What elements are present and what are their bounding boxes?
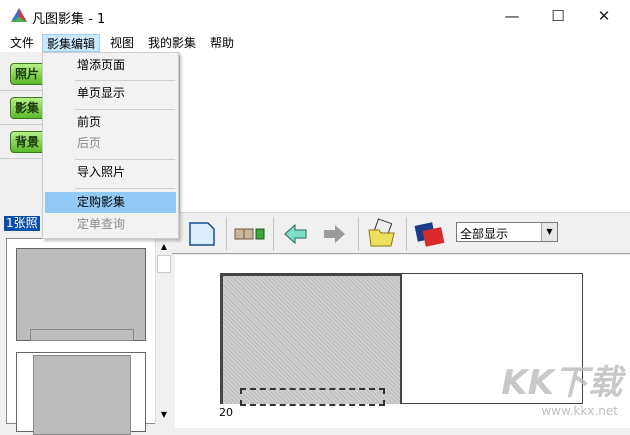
page-layout-icon[interactable] (234, 227, 266, 241)
menu-my-albums[interactable]: 我的影集 (144, 34, 200, 52)
import-folder-icon[interactable] (367, 218, 397, 248)
thumbnail-item[interactable] (16, 352, 146, 435)
new-page-icon[interactable] (188, 221, 216, 247)
separator (406, 217, 407, 251)
scroll-down-icon[interactable]: ▼ (157, 408, 171, 422)
caption-placeholder[interactable] (240, 388, 385, 406)
page-number: 20 (219, 406, 233, 419)
view-select-value: 全部显示 (460, 227, 509, 241)
menu-separator (75, 159, 175, 160)
menu-separator (75, 188, 175, 189)
thumbnail-caption-box (30, 329, 134, 341)
menu-help[interactable]: 帮助 (206, 34, 238, 52)
minimize-button[interactable]: — (489, 0, 535, 32)
chevron-down-icon[interactable]: ▼ (541, 223, 557, 241)
toolbar (172, 212, 630, 254)
watermark-logo: KK下载 (501, 363, 622, 403)
window-title: 凡图影集 - 1 (32, 12, 106, 27)
menu-item-order-query: 定单查询 (77, 217, 126, 231)
separator (358, 217, 359, 251)
left-page[interactable] (221, 274, 402, 406)
thumbnail-photo (33, 355, 131, 435)
separator (273, 217, 274, 251)
menu-item-single-page[interactable]: 单页显示 (45, 83, 176, 104)
menu-separator (75, 80, 175, 81)
menu-item-previous-page[interactable]: 前页 (45, 112, 176, 133)
menu-item-order-album[interactable]: 定购影集 (45, 192, 176, 213)
album-edit-menu: 增添页面 单页显示 前页 后页 导入照片 定购影集 定单查询 (42, 52, 179, 239)
thumbnail-list (6, 238, 156, 435)
previous-page-icon[interactable] (284, 223, 308, 245)
title-bar: 凡图影集 - 1 — ☐ ✕ (0, 0, 630, 32)
next-page-icon[interactable] (322, 223, 346, 245)
menu-file[interactable]: 文件 (6, 34, 38, 52)
view-select[interactable]: 全部显示 ▼ (456, 222, 558, 242)
menu-album-edit[interactable]: 影集编辑 (42, 34, 101, 52)
separator (226, 217, 227, 251)
menu-separator (75, 109, 175, 110)
maximize-button[interactable]: ☐ (535, 0, 581, 32)
scroll-thumb[interactable] (157, 255, 171, 273)
photo-count-label: 1张照 (4, 216, 40, 231)
thumbnail-scrollbar[interactable]: ▲ ▼ (155, 238, 172, 424)
scroll-up-icon[interactable]: ▲ (157, 240, 171, 254)
preview-area (180, 52, 630, 212)
app-logo-icon (11, 8, 27, 22)
close-button[interactable]: ✕ (581, 0, 627, 32)
menu-item-import-photos[interactable]: 导入照片 (45, 162, 176, 183)
menu-view[interactable]: 视图 (106, 34, 138, 52)
menu-item-add-page[interactable]: 增添页面 (45, 55, 176, 76)
menu-item-next-page: 后页 (77, 136, 102, 150)
thumbnail-item[interactable] (16, 248, 146, 341)
order-album-icon[interactable] (414, 221, 446, 247)
menu-bar: 文件 影集编辑 视图 我的影集 帮助 (0, 32, 630, 52)
watermark-url: www.kkx.net (541, 404, 618, 418)
